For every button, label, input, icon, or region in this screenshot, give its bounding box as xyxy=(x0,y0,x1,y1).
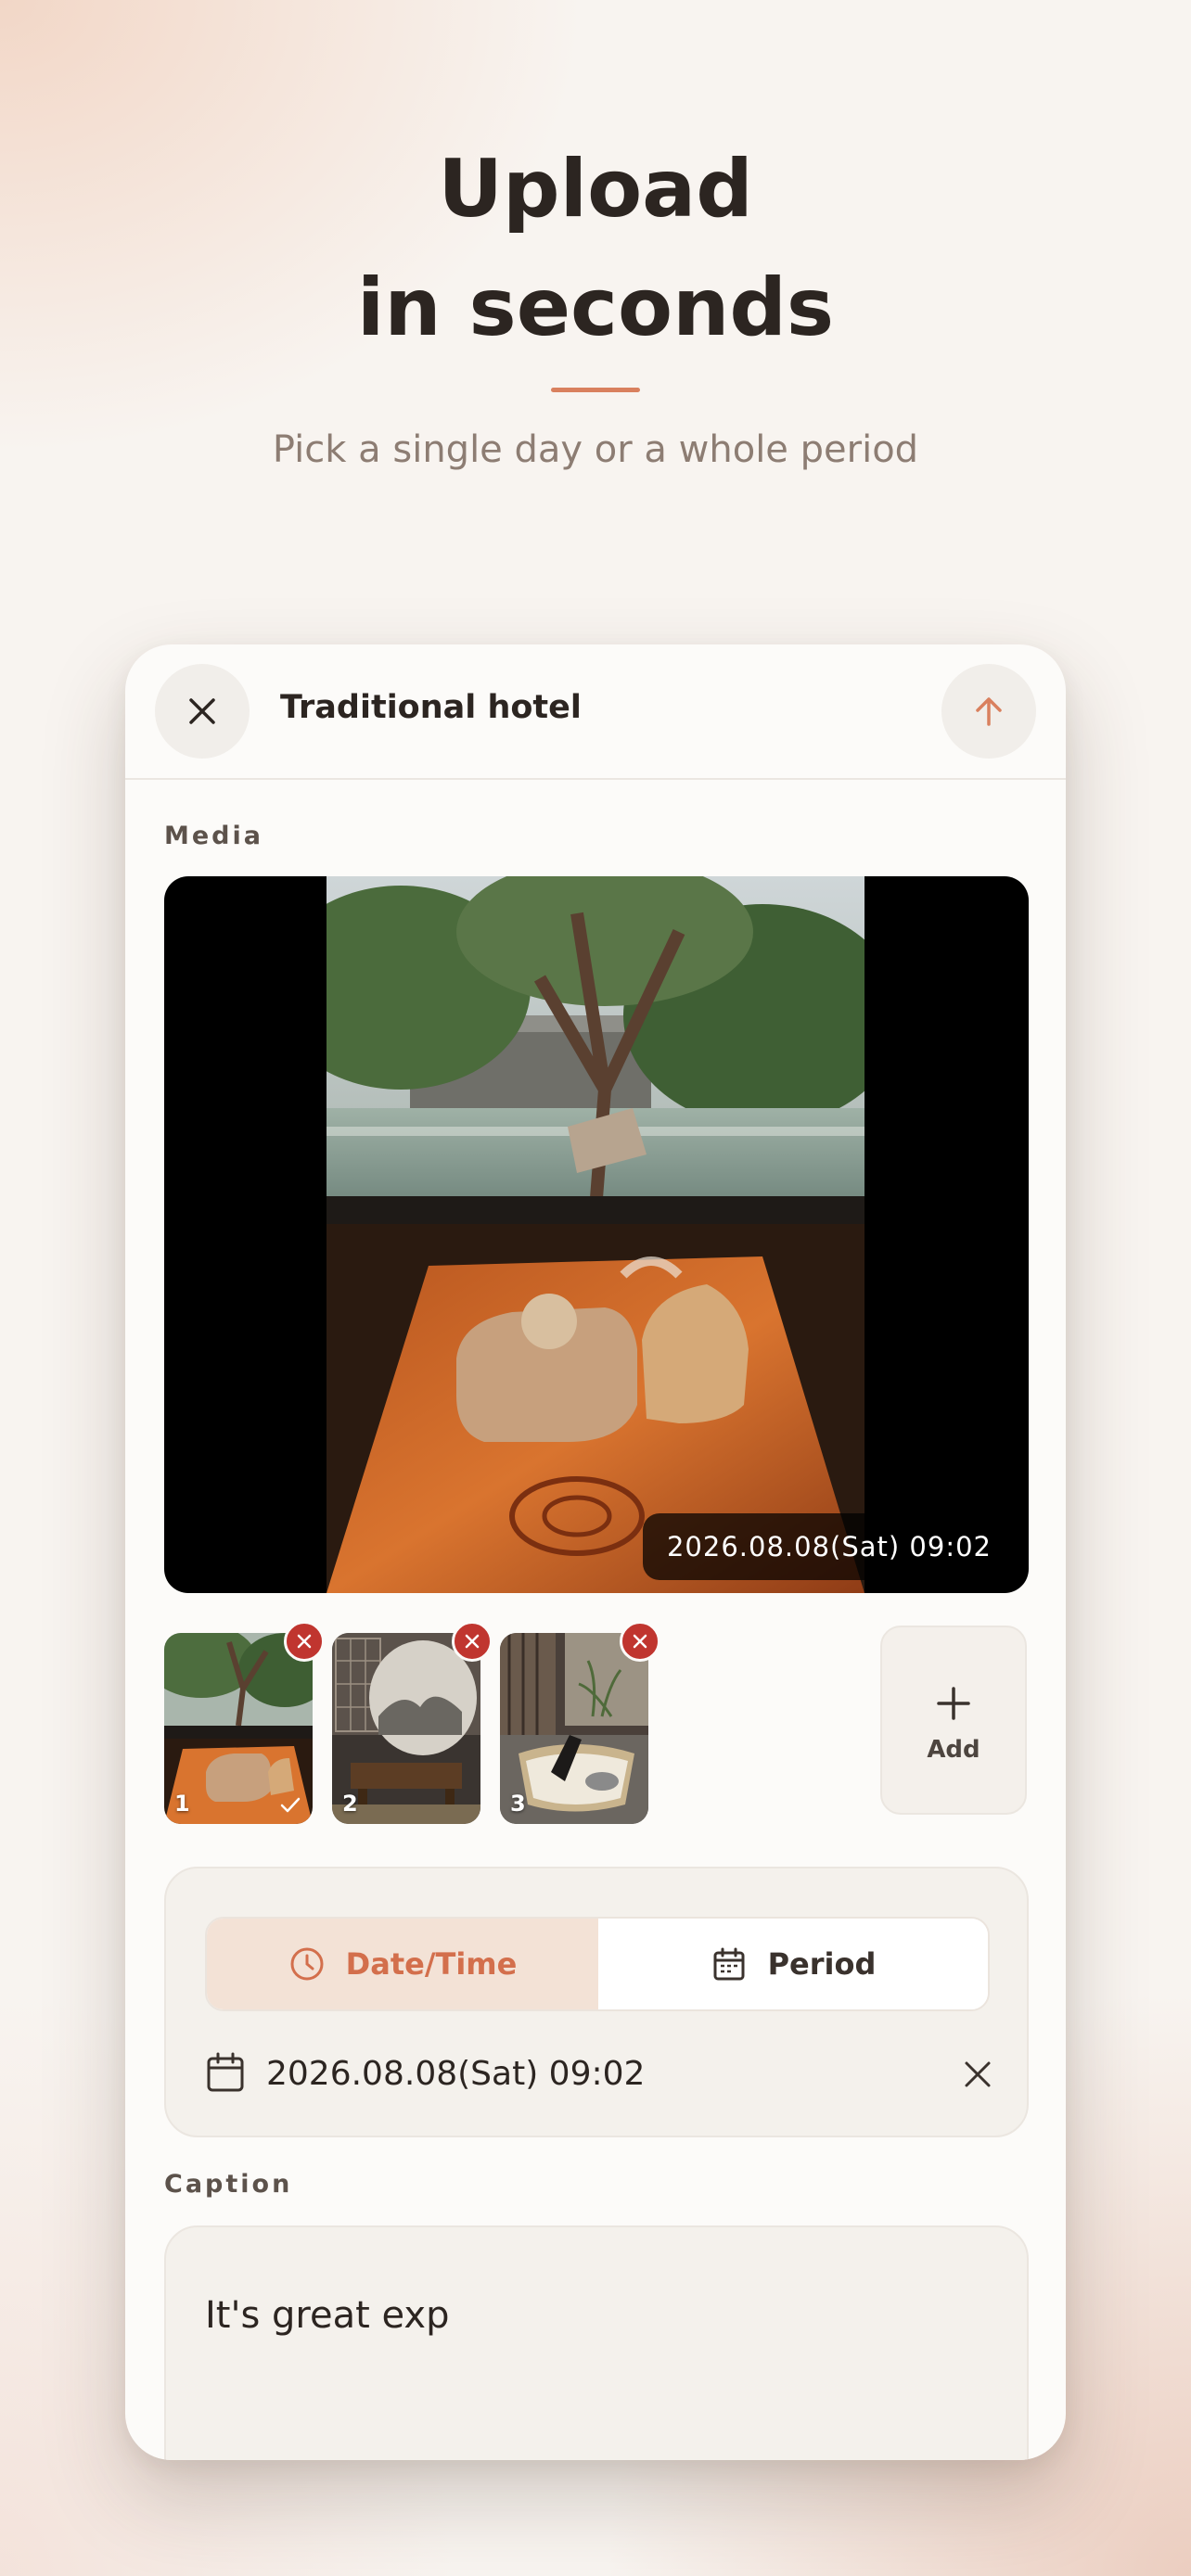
close-button[interactable] xyxy=(155,664,250,759)
close-icon xyxy=(465,1634,480,1649)
clock-icon xyxy=(290,1947,324,1981)
thumbnail-number: 3 xyxy=(510,1791,526,1817)
hero-subtitle: Pick a single day or a whole period xyxy=(272,428,919,471)
media-section-label: Media xyxy=(164,822,263,850)
add-media-button[interactable]: Add xyxy=(880,1626,1027,1815)
hero-title: Upload in seconds xyxy=(0,130,1191,367)
date-mode-toggle: Date/Time Period xyxy=(205,1917,990,2011)
remove-thumbnail-2-button[interactable] xyxy=(452,1621,493,1662)
calendar-icon xyxy=(207,2052,244,2092)
main-media-preview[interactable]: 2026.08.08(Sat) 09:02 xyxy=(164,876,1029,1593)
thumbnail-number: 2 xyxy=(342,1791,358,1817)
tab-period[interactable]: Period xyxy=(598,1919,988,2009)
thumbnail-3[interactable]: 3 xyxy=(500,1633,648,1824)
post-title: Traditional hotel xyxy=(280,689,582,726)
upload-sheet: Traditional hotel Media 2026.08.08(Sat) … xyxy=(125,644,1066,2460)
remove-thumbnail-1-button[interactable] xyxy=(284,1621,325,1662)
tab-period-label: Period xyxy=(767,1946,877,1982)
arrow-up-icon xyxy=(976,697,1002,726)
caption-section-label: Caption xyxy=(164,2170,293,2199)
clear-date-icon[interactable] xyxy=(962,2059,993,2090)
media-timestamp: 2026.08.08(Sat) 09:02 xyxy=(642,1513,1016,1580)
thumbnail-strip: 1 2 3 Add xyxy=(164,1621,1029,1839)
close-icon xyxy=(189,698,215,724)
sheet-header: Traditional hotel xyxy=(125,644,1066,780)
selected-date-row[interactable]: 2026.08.08(Sat) 09:02 xyxy=(205,2049,993,2105)
upload-button[interactable] xyxy=(941,664,1036,759)
close-icon xyxy=(297,1634,312,1649)
thumbnail-number: 1 xyxy=(174,1791,190,1817)
add-media-label: Add xyxy=(927,1736,980,1764)
hero-divider xyxy=(551,388,640,392)
tab-datetime-label: Date/Time xyxy=(345,1946,518,1982)
tab-datetime[interactable]: Date/Time xyxy=(207,1919,598,2009)
hero-title-line-1: Upload xyxy=(438,143,753,236)
caption-input[interactable]: It's great exp xyxy=(164,2225,1029,2460)
plus-icon xyxy=(937,1687,970,1720)
selected-date-value: 2026.08.08(Sat) 09:02 xyxy=(266,2055,646,2093)
thumbnail-1[interactable]: 1 xyxy=(164,1633,313,1824)
thumbnail-2[interactable]: 2 xyxy=(332,1633,480,1824)
selected-photo xyxy=(327,876,864,1593)
remove-thumbnail-3-button[interactable] xyxy=(620,1621,660,1662)
check-icon xyxy=(280,1797,301,1813)
calendar-icon xyxy=(713,1947,745,1981)
hero-title-line-2: in seconds xyxy=(356,261,835,354)
close-icon xyxy=(633,1634,647,1649)
caption-text: It's great exp xyxy=(205,2294,450,2337)
date-panel: Date/Time Period 2026.08.08(Sat) 09:02 xyxy=(164,1867,1029,2137)
